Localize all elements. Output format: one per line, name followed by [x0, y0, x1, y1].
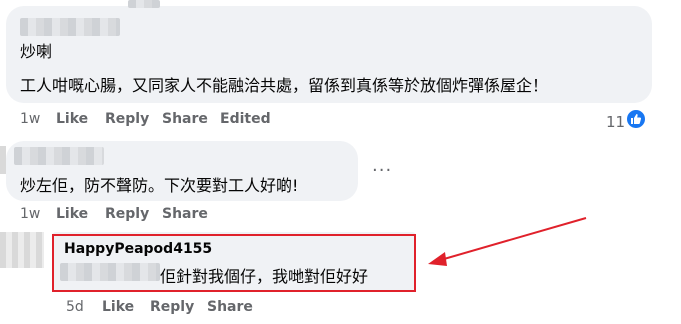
arrow-icon [428, 217, 587, 266]
